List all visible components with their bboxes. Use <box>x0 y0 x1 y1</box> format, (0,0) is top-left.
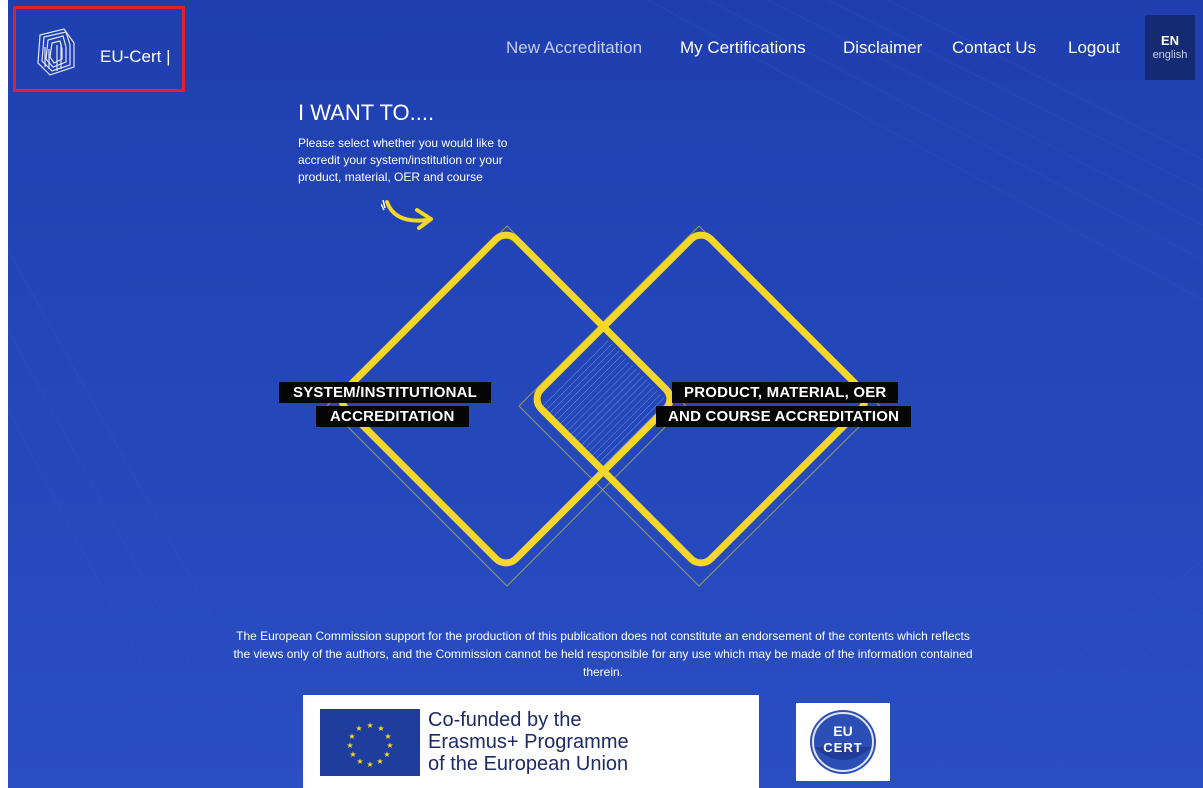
disclaimer-line-3: therein. <box>582 665 624 679</box>
erasmus-line-2: Erasmus+ Programme <box>428 731 629 753</box>
svg-text:★: ★ <box>383 750 390 759</box>
disclaimer-line-1: The European Commission support for the … <box>236 629 970 643</box>
erasmus-cofunded-logo: ★ ★ ★ ★ ★ ★ ★ ★ ★ ★ ★ ★ Co-funded by the Erasmus… <box>303 695 759 788</box>
svg-text:★: ★ <box>366 721 373 730</box>
svg-text:★: ★ <box>349 750 356 759</box>
erasmus-line-3: of the European Union <box>428 753 629 775</box>
erasmus-text: Co-funded by the Erasmus+ Programme of t… <box>428 709 629 775</box>
erasmus-line-1: Co-funded by the <box>428 709 582 731</box>
product-accreditation-label-2[interactable]: AND COURSE ACCREDITATION <box>656 406 912 427</box>
svg-text:★: ★ <box>376 757 383 766</box>
system-accreditation-label-2[interactable]: ACCREDITATION <box>316 406 469 427</box>
eu-cert-badge-top: EU <box>833 723 853 739</box>
disclaimer-text: The European Commission support for the … <box>168 627 1038 681</box>
eu-cert-badge-logo: EU CERT <box>796 703 890 781</box>
product-accreditation-label-1[interactable]: PRODUCT, MATERIAL, OER <box>672 382 899 403</box>
overlap-hatch <box>540 338 672 474</box>
eu-cert-badge-bottom: CERT <box>823 740 863 755</box>
svg-text:★: ★ <box>386 741 393 750</box>
svg-text:★: ★ <box>346 741 353 750</box>
svg-text:★: ★ <box>356 757 363 766</box>
system-accreditation-label-1[interactable]: SYSTEM/INSTITUTIONAL <box>279 382 491 403</box>
page-background: EU-Cert | New Accreditation My Certifica… <box>8 0 1203 788</box>
svg-text:★: ★ <box>366 760 373 769</box>
svg-text:★: ★ <box>355 724 362 733</box>
svg-text:★: ★ <box>348 732 355 741</box>
eu-flag-icon: ★ ★ ★ ★ ★ ★ ★ ★ ★ ★ ★ ★ <box>320 709 420 776</box>
disclaimer-line-2: the views only of the authors, and the C… <box>233 647 973 661</box>
svg-text:★: ★ <box>384 732 391 741</box>
